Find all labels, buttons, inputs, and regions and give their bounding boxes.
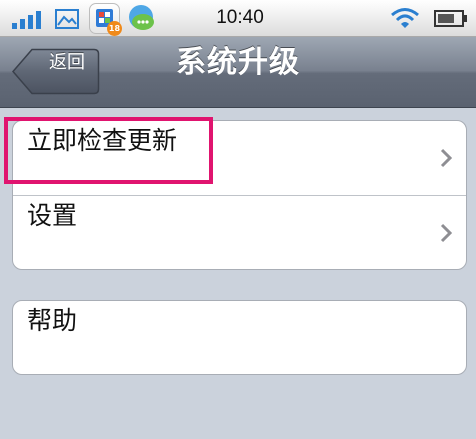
signal-icon <box>12 11 41 29</box>
app-icon: 18 <box>89 3 122 36</box>
battery-icon <box>434 10 467 27</box>
list-item-label: 帮助 <box>27 306 78 335</box>
highlight-annotation <box>4 117 213 184</box>
chat-app-icon <box>129 5 154 30</box>
phone-screen: 18 10:40 返回 系统升级 立即检查更新 设置 帮助 <box>0 0 476 439</box>
page-title: 系统升级 <box>176 45 300 80</box>
navigation-bar: 返回 系统升级 <box>0 37 476 108</box>
gallery-icon <box>55 9 79 29</box>
notification-badge: 18 <box>107 21 122 36</box>
list-item-help[interactable]: 帮助 <box>13 301 466 375</box>
back-button[interactable]: 返回 <box>12 48 100 95</box>
wifi-icon <box>391 8 419 28</box>
list-item-settings[interactable]: 设置 <box>13 195 466 269</box>
status-time: 10:40 <box>216 7 264 28</box>
list-item-label: 设置 <box>27 201 78 230</box>
chevron-right-icon <box>440 148 452 168</box>
status-bar: 18 10:40 <box>0 0 476 37</box>
back-button-label: 返回 <box>49 52 85 73</box>
help-group: 帮助 <box>12 300 467 375</box>
chevron-right-icon <box>440 223 452 243</box>
